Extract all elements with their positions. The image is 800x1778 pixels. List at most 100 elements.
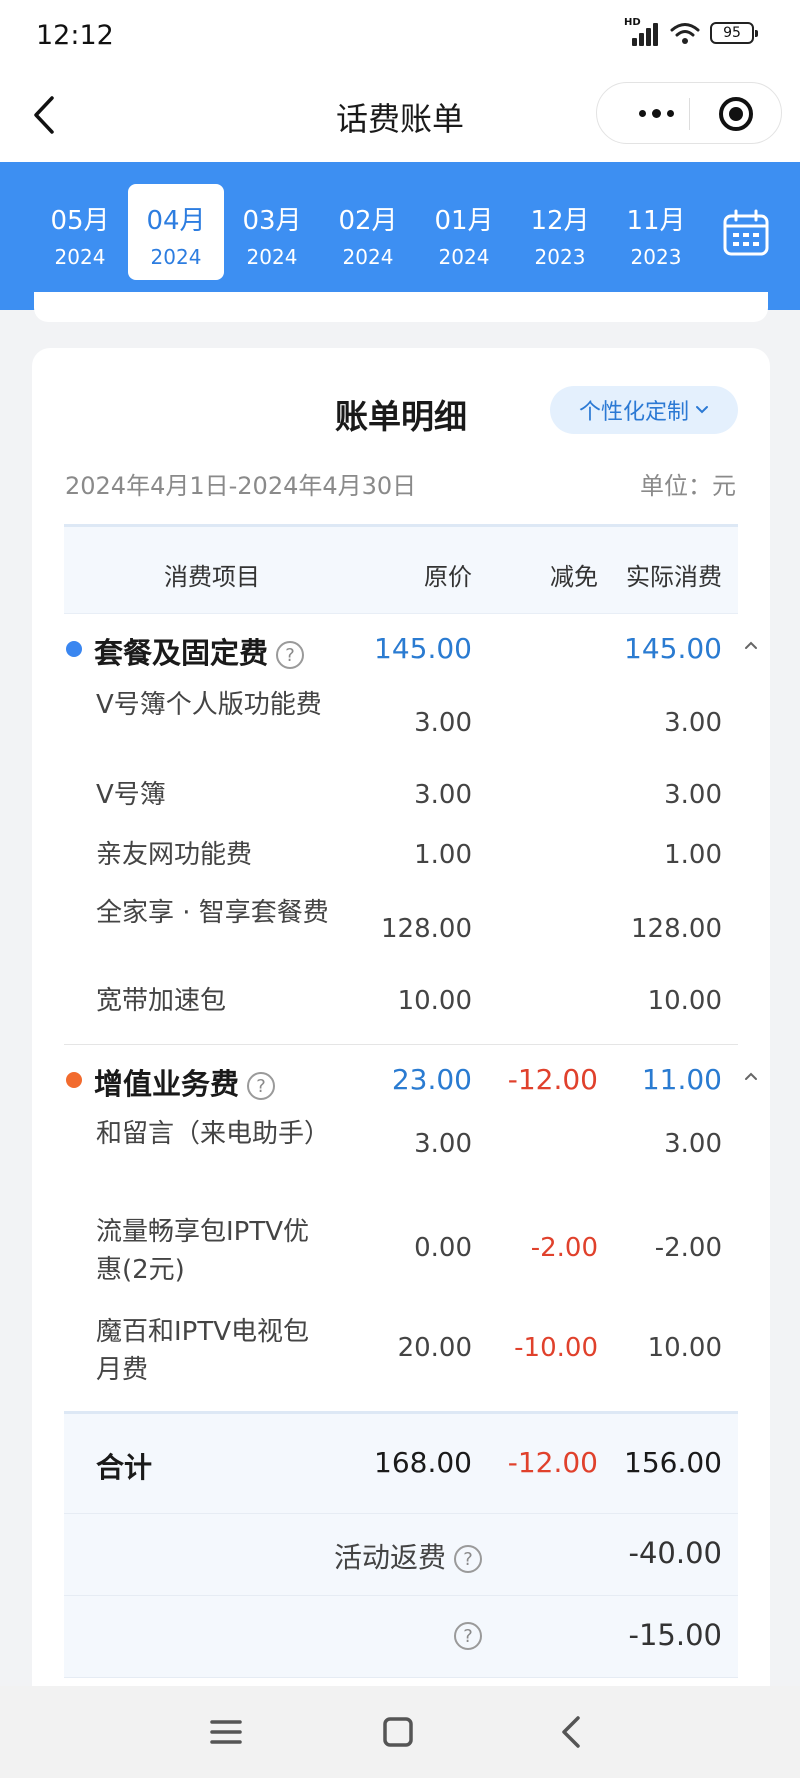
item-name: 流量畅享包IPTV优惠(2元)	[96, 1217, 310, 1285]
category-name: 增值业务费?	[94, 1061, 276, 1103]
year-label: 2023	[534, 245, 586, 269]
list-item: 宽带加速包 10.00 10.00	[64, 972, 738, 1044]
year-label: 2024	[342, 245, 394, 269]
nav-bar: 话费账单	[0, 72, 800, 162]
chevron-down-icon	[696, 406, 708, 414]
item-discount: -10.00	[514, 1333, 598, 1363]
category-row-package[interactable]: 套餐及固定费? 145.00 145.00	[64, 614, 757, 684]
item-discount: -2.00	[530, 1233, 598, 1263]
category-name: 套餐及固定费?	[94, 630, 305, 672]
category-dot	[66, 1072, 82, 1088]
rebate-row-activity: 活动返费? -40.00	[64, 1514, 738, 1596]
item-name: V号簿	[96, 780, 166, 810]
category-actual: 145.00	[624, 632, 722, 665]
year-label: 2024	[438, 245, 490, 269]
table-header: 消费项目 原价 减免 实际消费	[64, 524, 738, 614]
month-tab-12-2023[interactable]: 12月 2023	[512, 184, 608, 280]
battery-icon: 95	[710, 22, 758, 44]
customize-label: 个性化定制	[578, 400, 689, 425]
month-label: 01月	[434, 206, 494, 236]
bill-detail-card: 账单明细 个性化定制 2024年4月1日-2024年4月30日 单位：元 消费项…	[32, 348, 770, 1748]
month-tabs: 05月 2024 04月 2024 03月 2024 02月 2024 01月 …	[0, 162, 800, 310]
category-row-value-added[interactable]: 增值业务费? 23.00 -12.00 11.00	[64, 1045, 757, 1115]
home-icon[interactable]	[378, 1712, 418, 1752]
list-item: V号簿 3.00 3.00	[64, 768, 738, 828]
item-actual: 3.00	[664, 708, 722, 738]
customize-button[interactable]: 个性化定制	[550, 386, 738, 434]
status-bar: 12:12 HD 95	[0, 0, 800, 72]
bill-date-range: 2024年4月1日-2024年4月30日	[65, 472, 417, 500]
month-label: 12月	[530, 206, 590, 236]
item-original: 128.00	[381, 914, 472, 944]
list-item: V号簿个人版功能费 3.00 3.00	[64, 684, 738, 768]
header-actual: 实际消费	[626, 563, 722, 591]
bill-table: 消费项目 原价 减免 实际消费 套餐及固定费? 145.00 145.00 V号…	[64, 524, 757, 1678]
total-original: 168.00	[374, 1446, 472, 1479]
hd-label: HD	[624, 17, 641, 28]
close-target-icon[interactable]	[719, 97, 753, 131]
item-actual: 10.00	[647, 986, 722, 1016]
header-discount: 减免	[550, 563, 598, 591]
status-icons: HD 95	[624, 17, 758, 46]
month-tab-11-2023[interactable]: 11月 2023	[608, 184, 704, 280]
currency-unit: 单位：元	[640, 472, 736, 500]
category-label: 增值业务费	[94, 1067, 240, 1101]
category-label: 套餐及固定费	[94, 636, 269, 670]
item-name: 和留言（来电助手）	[96, 1119, 331, 1149]
list-item: 全家享 · 智享套餐费 128.00 128.00	[64, 888, 738, 972]
miniprogram-capsule	[596, 82, 782, 144]
previous-card-edge	[34, 292, 768, 322]
item-original: 10.00	[397, 986, 472, 1016]
year-label: 2023	[630, 245, 682, 269]
status-time: 12:12	[36, 20, 114, 51]
year-label: 2024	[150, 245, 202, 269]
back-nav-icon[interactable]	[552, 1712, 592, 1752]
chevron-up-icon[interactable]	[744, 1069, 758, 1083]
item-original: 20.00	[397, 1333, 472, 1363]
month-tab-05-2024[interactable]: 05月 2024	[32, 184, 128, 280]
help-icon[interactable]: ?	[454, 1622, 482, 1650]
month-label: 03月	[242, 206, 302, 236]
rebate-label: ?	[446, 1618, 482, 1651]
more-icon[interactable]	[621, 95, 691, 131]
month-label: 05月	[50, 206, 110, 236]
month-tab-03-2024[interactable]: 03月 2024	[224, 184, 320, 280]
help-icon[interactable]: ?	[247, 1072, 276, 1100]
category-original: 145.00	[374, 632, 472, 665]
item-original: 3.00	[414, 780, 472, 810]
category-dot	[66, 641, 82, 657]
menu-icon[interactable]	[206, 1712, 246, 1752]
month-label: 02月	[338, 206, 398, 236]
item-actual: 3.00	[664, 780, 722, 810]
chevron-up-icon[interactable]	[744, 638, 758, 652]
month-tab-02-2024[interactable]: 02月 2024	[320, 184, 416, 280]
item-original: 0.00	[414, 1233, 472, 1263]
list-item: 流量畅享包IPTV优惠(2元) 0.00 -2.00 -2.00	[64, 1207, 738, 1307]
list-item: 和留言（来电助手） 3.00 3.00	[64, 1115, 738, 1207]
wifi-icon	[670, 23, 700, 44]
item-original: 3.00	[414, 708, 472, 738]
total-row: 合计 168.00 -12.00 156.00	[64, 1414, 738, 1514]
year-label: 2024	[54, 245, 106, 269]
item-name: 全家享 · 智享套餐费	[96, 898, 329, 928]
help-icon[interactable]: ?	[276, 641, 305, 669]
category-original: 23.00	[391, 1063, 472, 1096]
category-actual: 11.00	[641, 1063, 722, 1096]
item-original: 3.00	[414, 1129, 472, 1159]
month-tab-04-2024[interactable]: 04月 2024	[128, 184, 224, 280]
month-label: 11月	[626, 206, 686, 236]
month-tab-01-2024[interactable]: 01月 2024	[416, 184, 512, 280]
total-section: 合计 168.00 -12.00 156.00 活动返费? -40.00 ? -…	[64, 1411, 738, 1678]
list-item: 亲友网功能费 1.00 1.00	[64, 828, 738, 888]
item-actual: 128.00	[631, 914, 722, 944]
header-original: 原价	[424, 563, 472, 591]
rebate-value: -15.00	[628, 1618, 723, 1652]
signal-icon: HD	[624, 17, 660, 46]
calendar-icon[interactable]	[722, 208, 770, 258]
item-original: 1.00	[414, 840, 472, 870]
capsule-divider	[689, 98, 690, 130]
item-actual: 10.00	[647, 1333, 722, 1363]
help-icon[interactable]: ?	[454, 1545, 482, 1573]
item-name: V号簿个人版功能费	[96, 690, 322, 720]
item-actual: 3.00	[664, 1129, 722, 1159]
